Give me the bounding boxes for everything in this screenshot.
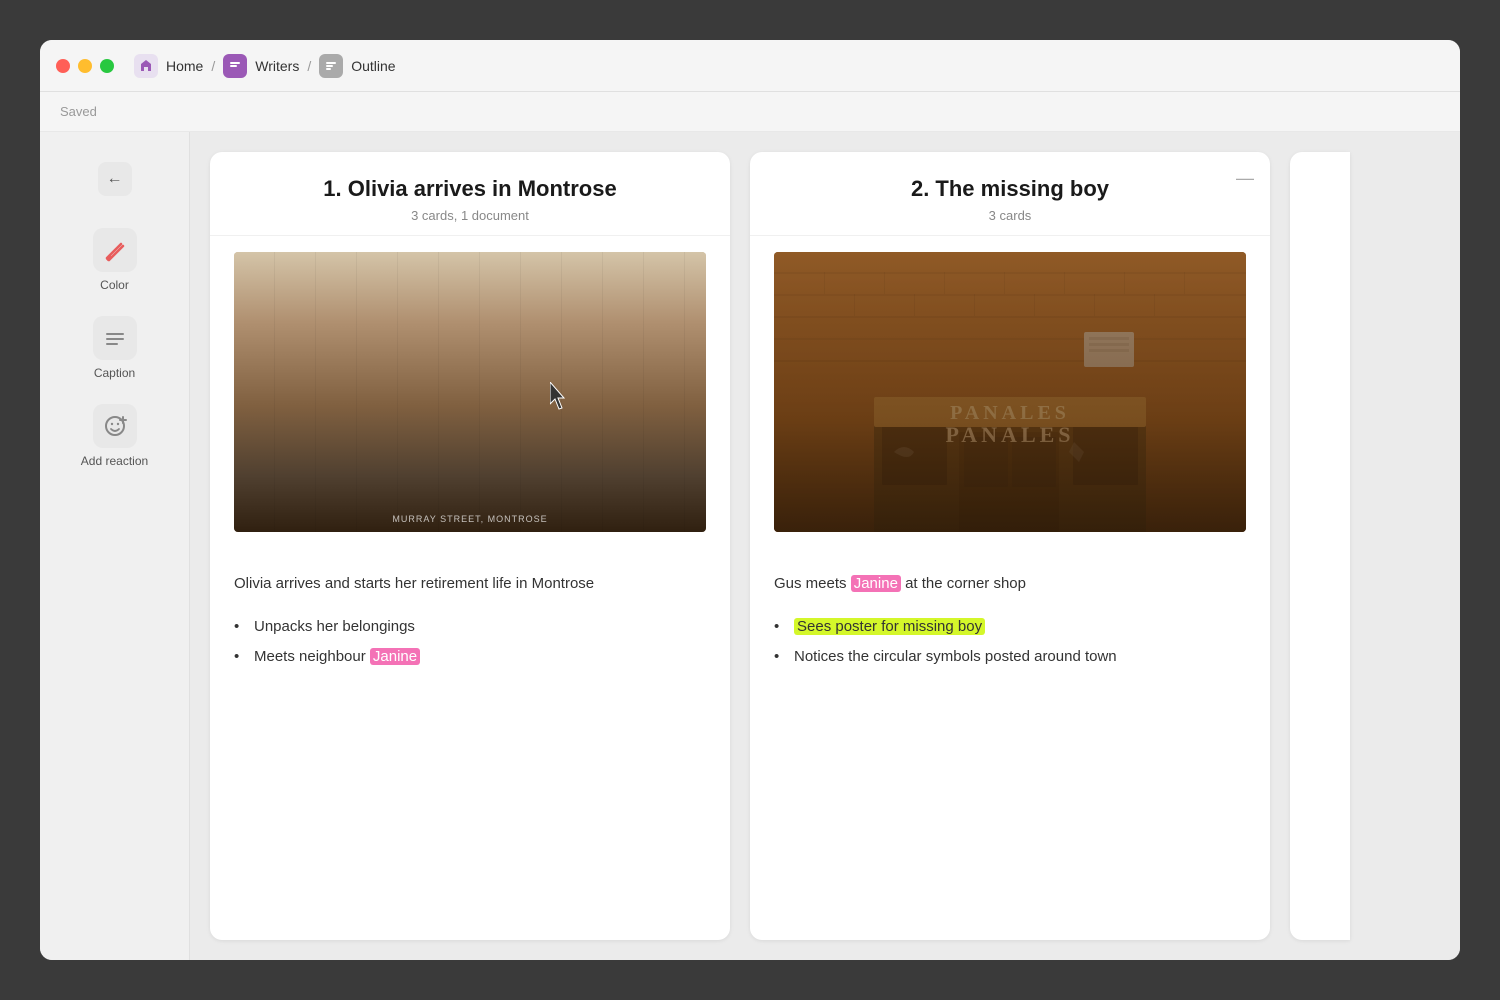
minimize-button[interactable] — [78, 59, 92, 73]
add-reaction-label: Add reaction — [81, 454, 148, 468]
montrose-image-svg — [234, 252, 706, 532]
toolbar-back: ← — [40, 152, 189, 206]
card-1-list: Unpacks her belongings Meets neighbour J… — [234, 612, 706, 672]
caption-icon-container — [93, 316, 137, 360]
add-reaction-icon-container — [93, 404, 137, 448]
card-2-list: Sees poster for missing boy Notices the … — [774, 612, 1246, 672]
card-3-partial — [1290, 152, 1350, 940]
list-item: Meets neighbour Janine — [234, 642, 706, 672]
breadcrumb-writers[interactable]: Writers — [255, 58, 299, 74]
card-1-title: 1. Olivia arrives in Montrose — [234, 176, 706, 202]
caption-label: Caption — [94, 366, 135, 380]
toolbar-add-reaction[interactable]: Add reaction — [40, 392, 189, 480]
card-1-body: Olivia arrives and starts her retirement… — [210, 548, 730, 940]
card-2-image: PANALES — [774, 252, 1246, 532]
panales-image-svg: PANALES — [774, 252, 1246, 532]
card-2-intro: Gus meets Janine at the corner shop — [774, 572, 1246, 596]
left-toolbar: ← Color — [40, 132, 190, 960]
card-1: 1. Olivia arrives in Montrose 3 cards, 1… — [210, 152, 730, 940]
cards-area: 1. Olivia arrives in Montrose 3 cards, 1… — [190, 132, 1460, 960]
card-2-intro-suffix: at the corner shop — [901, 575, 1026, 592]
card-1-image-caption: MURRAY STREET, MONTROSE — [234, 514, 706, 524]
color-label: Color — [100, 278, 129, 292]
caption-icon — [101, 324, 129, 352]
janine-highlight-1: Janine — [370, 648, 420, 665]
saved-status: Saved — [60, 104, 97, 119]
color-icon — [101, 236, 129, 264]
statusbar: Saved — [40, 92, 1460, 132]
card-1-image: MURRAY STREET, MONTROSE — [234, 252, 706, 532]
home-icon — [134, 54, 158, 78]
card-2-intro-prefix: Gus meets — [774, 575, 851, 592]
missing-boy-highlight: Sees poster for missing boy — [794, 618, 985, 635]
traffic-lights — [56, 59, 114, 73]
card-2-minus[interactable]: — — [1236, 168, 1254, 189]
card-2: 2. The missing boy 3 cards — — [750, 152, 1270, 940]
close-button[interactable] — [56, 59, 70, 73]
card-1-meta: 3 cards, 1 document — [234, 208, 706, 223]
back-button[interactable]: ← — [98, 162, 132, 196]
list-item-text-prefix: Meets neighbour — [254, 648, 370, 665]
list-item-text: Notices the circular symbols posted arou… — [794, 648, 1117, 665]
color-icon-container — [93, 228, 137, 272]
janine-highlight-2: Janine — [851, 575, 901, 592]
breadcrumb-home[interactable]: Home — [166, 58, 203, 74]
toolbar-color[interactable]: Color — [40, 216, 189, 304]
card-2-body: Gus meets Janine at the corner shop Sees… — [750, 548, 1270, 940]
toolbar-caption[interactable]: Caption — [40, 304, 189, 392]
add-reaction-icon — [101, 412, 129, 440]
breadcrumb-sep-2: / — [307, 58, 311, 74]
breadcrumb-outline[interactable]: Outline — [351, 58, 395, 74]
breadcrumb-sep-1: / — [211, 58, 215, 74]
maximize-button[interactable] — [100, 59, 114, 73]
card-1-body-text: Olivia arrives and starts her retirement… — [234, 572, 706, 596]
card-1-header: 1. Olivia arrives in Montrose 3 cards, 1… — [210, 152, 730, 236]
list-item: Notices the circular symbols posted arou… — [774, 642, 1246, 672]
list-item-text: Unpacks her belongings — [254, 618, 415, 635]
card-2-header: 2. The missing boy 3 cards — — [750, 152, 1270, 236]
back-icon: ← — [107, 170, 123, 188]
list-item: Sees poster for missing boy — [774, 612, 1246, 642]
outline-icon — [319, 54, 343, 78]
app-window: Home / Writers / Outline Outline Saved ← — [40, 40, 1460, 960]
main-content: ← Color — [40, 132, 1460, 960]
list-item: Unpacks her belongings — [234, 612, 706, 642]
breadcrumb: Home / Writers / Outline — [134, 54, 396, 78]
card-2-meta: 3 cards — [774, 208, 1246, 223]
writers-icon — [223, 54, 247, 78]
svg-text:PANALES: PANALES — [950, 402, 1070, 424]
card-2-title: 2. The missing boy — [774, 176, 1246, 202]
titlebar: Home / Writers / Outline Outline — [40, 40, 1460, 92]
